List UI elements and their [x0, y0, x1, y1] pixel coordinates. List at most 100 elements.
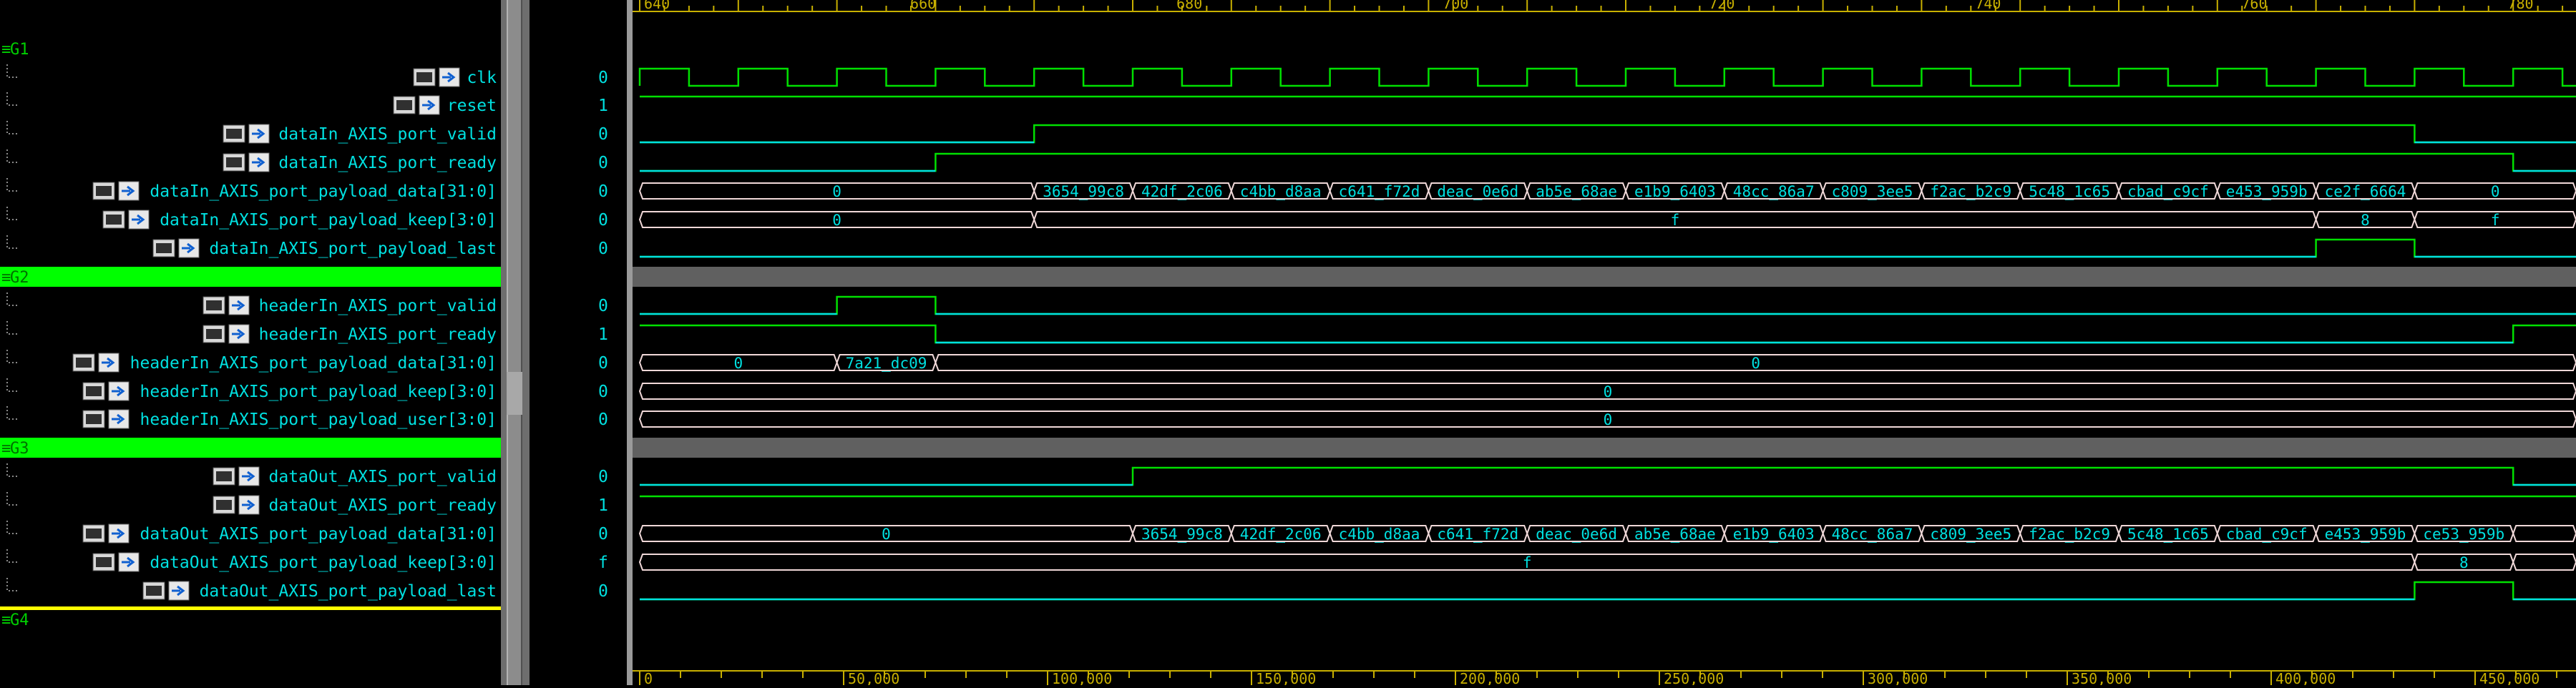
tree-connector — [6, 378, 19, 392]
type-icon-inner — [416, 72, 432, 82]
dataout-data-bus-value: deac_0e6d — [1536, 526, 1617, 543]
group-expand-icon[interactable]: ≡ — [1, 611, 11, 629]
waveform-canvas[interactable]: 640660680700720740760780800820050,000100… — [633, 0, 2576, 687]
signal-name[interactable]: headerIn_AXIS_port_valid — [259, 297, 497, 315]
signal-current-value: 0 — [598, 525, 608, 544]
signal-name[interactable]: headerIn_AXIS_port_ready — [259, 325, 497, 344]
signal-current-value: 0 — [598, 411, 608, 429]
group-expand-icon[interactable]: ≡ — [1, 440, 11, 458]
signal-name[interactable]: dataIn_AXIS_port_payload_last — [209, 240, 497, 258]
bottom-ruler-tick-label: 350,000 — [2072, 670, 2132, 685]
group-highlight-bar — [0, 267, 501, 287]
tree-connector — [6, 463, 19, 477]
type-icon-inner — [106, 215, 122, 225]
ruler-tick-label: 740 — [1975, 0, 2001, 12]
group-label[interactable]: G1 — [10, 41, 29, 59]
datain-valid-waveform — [640, 124, 2576, 144]
datain-last-waveform — [640, 238, 2576, 258]
type-icon-inner — [156, 243, 172, 253]
ruler-tick-label: 700 — [1443, 0, 1468, 12]
ruler-tick-label: 720 — [1709, 0, 1735, 12]
group-label[interactable]: G4 — [10, 611, 29, 629]
bottom-ruler-tick-label: 100,000 — [1052, 670, 1112, 685]
type-icon-inner — [226, 157, 242, 167]
signal-name[interactable]: headerIn_AXIS_port_payload_keep[3:0] — [140, 383, 497, 401]
dataout-data-bus-value: 3654_99c8 — [1141, 526, 1223, 543]
signal-name[interactable]: dataOut_AXIS_port_payload_last — [200, 582, 497, 601]
datain-data-bus-value: e453_959b — [2226, 183, 2308, 200]
group-label[interactable]: G2 — [10, 269, 29, 287]
headerin-user-bus-value: 0 — [1604, 411, 1613, 428]
group-expand-icon[interactable]: ≡ — [1, 269, 11, 287]
signal-current-value: 0 — [598, 468, 608, 486]
headerin-data-bus-value: 0 — [733, 355, 743, 372]
signal-name[interactable]: dataOut_AXIS_port_ready — [269, 496, 497, 515]
waveform-panel[interactable]: 640660680700720740760780800820050,000100… — [633, 0, 2576, 687]
tree-connector — [6, 350, 19, 363]
type-icon-inner — [96, 557, 112, 567]
headerin-valid-waveform — [640, 295, 2576, 315]
dataout-data-bus-value: cbad_c9cf — [2226, 526, 2308, 543]
tree-connector — [6, 321, 19, 335]
datain-data-bus-value: ce2f_6664 — [2325, 183, 2406, 200]
signal-name[interactable]: clk — [467, 69, 497, 87]
signal-name[interactable]: dataIn_AXIS_port_payload_data[31:0] — [150, 182, 497, 201]
scrollbar-thumb[interactable] — [507, 372, 522, 415]
signal-name[interactable]: dataIn_AXIS_port_valid — [278, 125, 497, 144]
datain-data-bus-value: 3654_99c8 — [1043, 183, 1124, 200]
tree-connector — [6, 178, 19, 192]
signal-name[interactable]: dataIn_AXIS_port_payload_keep[3:0] — [160, 211, 497, 230]
tree-connector — [6, 293, 19, 306]
datain-ready-waveform — [640, 152, 2576, 172]
tree-connector — [6, 207, 19, 220]
signal-current-value: 0 — [598, 182, 608, 201]
bottom-ruler-tick-label: 50,000 — [848, 670, 899, 685]
group-separator-bar — [633, 267, 2576, 287]
signal-name[interactable]: headerIn_AXIS_port_payload_data[31:0] — [130, 354, 497, 373]
signal-current-value: 0 — [598, 240, 608, 258]
value-wave-divider[interactable] — [627, 0, 633, 685]
tree-connector — [6, 521, 19, 534]
datain-data-bus-value: c809_3ee5 — [1832, 183, 1913, 200]
dataout-data-bus-value: 0 — [882, 526, 891, 543]
type-icon-inner — [86, 386, 102, 396]
dataout-valid-waveform — [640, 466, 2576, 486]
tree-connector — [6, 406, 19, 420]
ruler-tick-label: 680 — [1176, 0, 1202, 12]
bottom-ruler-tick-label: 250,000 — [1664, 670, 1724, 685]
tree-connector — [6, 92, 19, 106]
dataout-keep-bus-segment — [2512, 554, 2576, 571]
type-icon-inner — [216, 471, 232, 481]
signal-current-value: 1 — [598, 325, 608, 344]
dataout-data-bus-value: 5c48_1c65 — [2127, 526, 2209, 543]
datain-data-bus-value: 48cc_86a7 — [1733, 183, 1815, 200]
headerin-ready-waveform — [640, 324, 2576, 344]
signal-current-value: 1 — [598, 496, 608, 515]
group-expand-icon[interactable]: ≡ — [1, 41, 11, 59]
type-icon-inner — [146, 586, 162, 596]
signal-name[interactable]: dataIn_AXIS_port_ready — [278, 154, 497, 172]
tree-connector — [6, 549, 19, 563]
signal-current-value: 0 — [598, 383, 608, 401]
signal-name[interactable]: dataOut_AXIS_port_payload_data[31:0] — [140, 525, 497, 544]
signal-name[interactable]: dataOut_AXIS_port_payload_keep[3:0] — [150, 554, 497, 572]
headerin-data-bus-value: 7a21_dc09 — [846, 355, 927, 372]
dataout-data-bus-value: ce53_959b — [2423, 526, 2504, 543]
signal-name[interactable]: dataOut_AXIS_port_valid — [269, 468, 497, 486]
signal-name[interactable]: headerIn_AXIS_port_payload_user[3:0] — [140, 411, 497, 429]
type-icon-inner — [76, 358, 92, 368]
panel-splitter[interactable] — [501, 0, 530, 685]
dataout-keep-bus-value: 8 — [2459, 554, 2469, 571]
group-label[interactable]: G3 — [10, 440, 29, 458]
datain-data-bus-value: e1b9_6403 — [1634, 183, 1716, 200]
signal-current-value: 0 — [598, 211, 608, 230]
signal-name-tree: G1≡clkresetdataIn_AXIS_port_validdataIn_… — [0, 41, 501, 629]
dataout-last-waveform — [640, 581, 2576, 601]
signal-name[interactable]: reset — [447, 97, 497, 115]
vertical-scrollbar[interactable] — [507, 0, 522, 685]
dataout-data-bus-value: ab5e_68ae — [1634, 526, 1716, 543]
dataout-data-bus-value: 48cc_86a7 — [1832, 526, 1913, 543]
ruler-tick-label: 640 — [644, 0, 670, 12]
dataout-data-bus-segment — [2512, 525, 2576, 542]
datain-data-bus-value: 0 — [832, 183, 841, 200]
